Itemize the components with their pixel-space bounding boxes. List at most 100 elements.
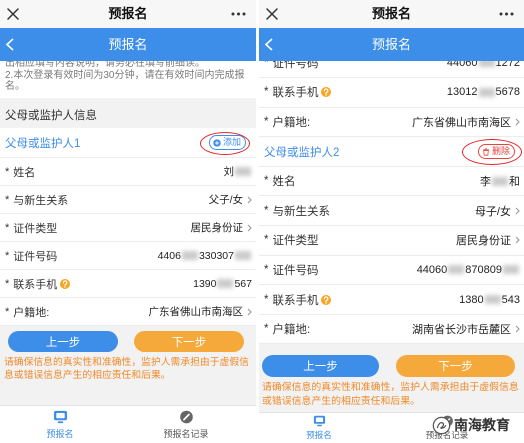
form-row-id-number[interactable]: * 证件号码 44060 1272 [259, 61, 524, 79]
redacted-mask [448, 265, 465, 275]
mobile-value-text: 5678 [495, 86, 520, 99]
required-mark: * [264, 204, 269, 217]
relationship-value[interactable]: 母子/女 [475, 203, 511, 219]
close-icon[interactable] [7, 8, 19, 20]
back-button[interactable] [5, 38, 15, 51]
household-registration-label: 户籍地: [13, 306, 50, 319]
form-row-mobile[interactable]: * 联系手机 13012 5678 [259, 78, 524, 108]
add-guardian-button[interactable]: 添加 [208, 135, 246, 150]
form-row-id-type[interactable]: * 证件类型 居民身份证 [0, 214, 256, 242]
bottom-tab-bar: 预报名 预报名记录 [0, 405, 256, 443]
prev-step-button[interactable]: 上一步 [262, 355, 379, 377]
id-number-value-text: 870809 [465, 263, 502, 276]
help-icon[interactable] [321, 294, 332, 305]
mobile-value-text: 1390 [193, 277, 217, 290]
mobile-label: 联系手机 [272, 294, 319, 307]
help-icon[interactable] [321, 87, 332, 98]
required-mark: * [264, 263, 269, 276]
tab-registration-records[interactable]: 预报名记录 [126, 406, 246, 443]
redacted-mask [235, 251, 251, 260]
form-row-household-registration[interactable]: * 户籍地: 广东省佛山市南海区 [0, 298, 256, 326]
household-registration-value[interactable]: 湖南省长沙市岳麓区 [412, 321, 511, 337]
redacted-mask [492, 176, 508, 186]
form-row-mobile[interactable]: * 联系手机 1380 543 [259, 285, 524, 315]
notes-text: 出相应填写内容说明，请务必在填写前细读。 2.本次登录有效时间为30分钟，请在有… [0, 61, 256, 93]
id-number-value[interactable]: 44060 870809 [417, 264, 520, 276]
id-number-label: 证件号码 [272, 264, 319, 277]
window-title: 预报名 [108, 6, 148, 21]
delete-guardian-label: 删除 [491, 146, 510, 157]
redacted-mask [484, 295, 501, 305]
next-step-button[interactable]: 下一步 [396, 355, 515, 377]
name-value-text: 李 [480, 176, 491, 189]
warning-text: 请确保信息的真实性和准确性，监护人需承担由于虚假信息或错误信息产生的相应责任和后… [262, 382, 519, 407]
form-row-id-type[interactable]: * 证件类型 居民身份证 [259, 226, 524, 256]
id-number-value[interactable]: 4406 330307 [158, 250, 252, 262]
guardian-header: 父母或监护人1 添加 [0, 128, 256, 158]
instructions-notes: 出相应填写内容说明，请务必在填写前细读。 2.本次登录有效时间为30分钟，请在有… [0, 61, 256, 98]
id-type-value[interactable]: 居民身份证 [191, 220, 244, 235]
name-label: 姓名 [272, 176, 296, 189]
form-actions: 上一步 下一步 [0, 331, 256, 352]
required-mark: * [5, 305, 10, 318]
name-value[interactable]: 李和 [480, 173, 520, 189]
form-row-id-number[interactable]: * 证件号码 4406 330307 [0, 242, 256, 270]
help-icon[interactable] [60, 278, 71, 289]
form-row-name[interactable]: * 姓名李和 [259, 166, 524, 197]
required-mark: * [264, 323, 269, 336]
prev-step-button[interactable]: 上一步 [8, 331, 118, 352]
id-type-label: 证件类型 [13, 222, 58, 235]
id-type-value[interactable]: 居民身份证 [456, 232, 511, 248]
next-step-button[interactable]: 下一步 [134, 331, 244, 352]
form-row-household-registration[interactable]: * 户籍地: 湖南省长沙市岳麓区 [259, 314, 524, 345]
required-mark: * [5, 249, 10, 262]
tab-pre-registration[interactable]: 预报名 [259, 413, 379, 443]
relationship-label: 与新生关系 [13, 194, 69, 207]
household-registration-value[interactable]: 广东省佛山市南海区 [149, 304, 244, 319]
page-title: 预报名 [371, 37, 411, 52]
form-row-mobile[interactable]: * 联系手机 1390 567 [0, 270, 256, 298]
mobile-value-text: 1380 [459, 293, 484, 306]
guardian-form: * 证件号码 44060 1272 * 联系手机 13012 5678 * 户籍地: 广东省佛山市南… [259, 61, 524, 345]
mobile-value[interactable]: 1390 567 [193, 278, 252, 290]
household-registration-label: 户籍地: [272, 324, 311, 337]
more-icon[interactable] [499, 12, 514, 16]
chevron-left-icon [264, 38, 273, 51]
more-icon[interactable] [231, 12, 246, 16]
form-row-relationship[interactable]: * 与新生关系 母子/女 [259, 196, 524, 227]
close-icon[interactable] [266, 8, 278, 20]
redacted-mask [478, 61, 495, 68]
redacted-mask [181, 251, 198, 260]
required-mark: * [5, 221, 10, 234]
id-type-label: 证件类型 [272, 235, 319, 248]
required-mark: * [264, 234, 269, 247]
relationship-value-text: 父子/女 [208, 194, 243, 206]
id-number-value-text: 44060 [446, 61, 478, 69]
form-row-id-number[interactable]: * 证件号码 44060 870809 [259, 255, 524, 286]
form-row-household-registration[interactable]: * 户籍地: 广东省佛山市南海区 [259, 107, 524, 138]
delete-guardian-button[interactable]: 删除 [477, 144, 515, 160]
form-row-name[interactable]: * 姓名 刘 [0, 158, 256, 186]
relationship-value-text: 母子/女 [474, 205, 511, 218]
redacted-mask [478, 87, 495, 97]
tab-pre-registration[interactable]: 预报名 [0, 406, 120, 443]
required-mark: * [5, 193, 10, 206]
watermark-text: 南海教育 [454, 417, 510, 433]
chevron-right-icon [515, 207, 520, 215]
back-button[interactable] [264, 38, 274, 51]
mobile-value[interactable]: 13012 5678 [447, 86, 520, 98]
relationship-label: 与新生关系 [272, 205, 330, 218]
id-number-value[interactable]: 44060 1272 [447, 61, 520, 69]
name-value[interactable]: 刘 [224, 164, 253, 179]
warning-text: 请确保信息的真实性和准确性，监护人需承担由于虚假信息或错误信息产生的相应责任和后… [4, 357, 249, 381]
form-row-relationship[interactable]: * 与新生关系 父子/女 [0, 186, 256, 214]
relationship-value[interactable]: 父子/女 [209, 192, 243, 207]
mobile-value[interactable]: 1380 543 [459, 294, 520, 306]
redacted-mask [217, 279, 234, 288]
household-registration-value-text: 湖南省长沙市岳麓区 [412, 324, 511, 337]
form-scroll-area[interactable]: * 证件号码 44060 1272 * 联系手机 13012 5678 * 户籍地: 广东省佛山市南… [259, 61, 524, 345]
mobile-value-text: 543 [501, 293, 520, 306]
form-actions: 上一步 下一步 [259, 355, 524, 377]
household-registration-value[interactable]: 广东省佛山市南海区 [412, 114, 511, 130]
right-phone-screen: 预报名 预报名 * 证件号码 44060 1272 * 联系手机 13012 5678 * 户籍地… [259, 0, 524, 443]
